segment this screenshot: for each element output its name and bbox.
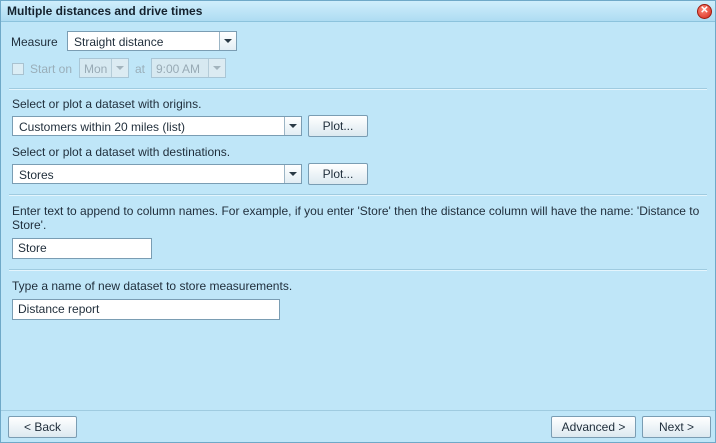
origins-value: Customers within 20 miles (list)	[19, 120, 186, 134]
chevron-down-icon[interactable]	[284, 117, 301, 135]
destinations-value: Stores	[19, 168, 54, 182]
origins-prompt: Select or plot a dataset with origins.	[12, 97, 202, 111]
plot-origins-button[interactable]: Plot...	[308, 115, 368, 137]
start-on-label: Start on	[30, 62, 73, 76]
append-text-field[interactable]: Store	[12, 238, 152, 259]
start-time-select[interactable]: 9:00 AM	[151, 58, 226, 78]
divider	[9, 194, 707, 196]
chevron-down-icon[interactable]	[208, 59, 225, 77]
measure-select[interactable]: Straight distance	[67, 31, 237, 51]
back-button[interactable]: < Back	[8, 416, 77, 438]
destinations-select[interactable]: Stores	[12, 164, 302, 184]
start-on-checkbox[interactable]	[12, 63, 24, 75]
measure-label: Measure	[11, 35, 58, 49]
append-prompt: Enter text to append to column names. Fo…	[12, 204, 700, 232]
dataset-name-field[interactable]: Distance report	[12, 299, 280, 320]
plot-destinations-button[interactable]: Plot...	[308, 163, 368, 185]
footer-divider	[1, 410, 715, 411]
chevron-down-icon[interactable]	[219, 32, 236, 50]
destinations-prompt: Select or plot a dataset with destinatio…	[12, 145, 231, 159]
dataset-name-prompt: Type a name of new dataset to store meas…	[12, 279, 293, 293]
measure-value: Straight distance	[74, 35, 164, 49]
start-time-value: 9:00 AM	[156, 62, 201, 76]
start-day-value: Mon	[84, 62, 108, 76]
divider	[9, 88, 707, 90]
next-button[interactable]: Next >	[642, 416, 711, 438]
window-title: Multiple distances and drive times	[7, 4, 203, 18]
divider	[9, 269, 707, 271]
at-label: at	[135, 62, 146, 76]
title-bar: Multiple distances and drive times ✕	[1, 1, 715, 22]
start-day-select[interactable]: Mon	[79, 58, 129, 78]
chevron-down-icon[interactable]	[111, 59, 128, 77]
chevron-down-icon[interactable]	[284, 165, 301, 183]
origins-select[interactable]: Customers within 20 miles (list)	[12, 116, 302, 136]
close-icon[interactable]: ✕	[697, 4, 712, 19]
dialog-window: Multiple distances and drive times ✕ Mea…	[0, 0, 716, 443]
advanced-button[interactable]: Advanced >	[551, 416, 636, 438]
